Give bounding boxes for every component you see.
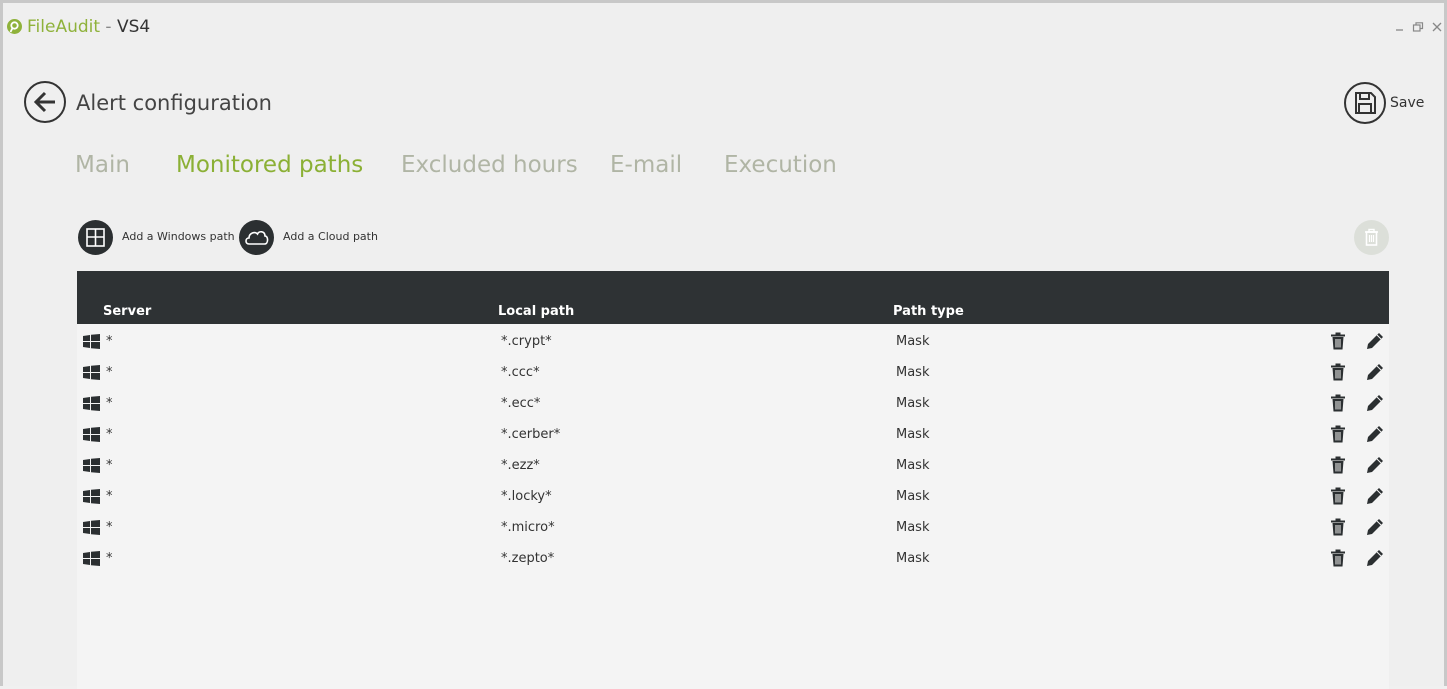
back-button[interactable]	[24, 81, 66, 123]
trash-icon[interactable]	[1330, 549, 1346, 567]
add-windows-path-label[interactable]: Add a Windows path	[122, 230, 235, 243]
tab-execution[interactable]: Execution	[724, 152, 837, 178]
page-title: Alert configuration	[76, 91, 272, 115]
add-windows-path-button[interactable]	[78, 220, 113, 255]
title-separator: -	[100, 17, 117, 37]
windows-logo-icon	[83, 520, 100, 535]
table-row[interactable]: * *.ecc* Mask	[77, 388, 1389, 419]
cell-local-path: *.crypt*	[501, 334, 552, 349]
pencil-icon[interactable]	[1366, 394, 1384, 412]
table-row[interactable]: * *.ccc* Mask	[77, 357, 1389, 388]
cell-server: *	[106, 520, 113, 535]
trash-icon[interactable]	[1330, 487, 1346, 505]
table-row[interactable]: * *.crypt* Mask	[77, 326, 1389, 357]
cell-path-type: Mask	[896, 396, 930, 411]
cell-server: *	[106, 551, 113, 566]
cell-server: *	[106, 489, 113, 504]
cell-local-path: *.micro*	[501, 520, 555, 535]
pencil-icon[interactable]	[1366, 487, 1384, 505]
trash-icon	[1365, 228, 1378, 246]
delete-selected-button[interactable]	[1354, 220, 1389, 255]
monitored-paths-table: Server Local path Path type * *.crypt* Mas…	[77, 271, 1389, 689]
column-header-server[interactable]: Server	[103, 304, 151, 319]
cell-path-type: Mask	[896, 427, 930, 442]
host-name: VS4	[116, 17, 151, 37]
cell-path-type: Mask	[896, 551, 930, 566]
cell-path-type: Mask	[896, 520, 930, 535]
windows-logo-icon	[83, 551, 100, 566]
pencil-icon[interactable]	[1366, 363, 1384, 381]
pencil-icon[interactable]	[1366, 425, 1384, 443]
cell-server: *	[106, 334, 113, 349]
minimize-icon[interactable]	[1394, 21, 1406, 33]
tab-monitored-paths[interactable]: Monitored paths	[176, 152, 363, 178]
save-label[interactable]: Save	[1390, 95, 1424, 111]
window-title: FileAudit - VS4	[27, 17, 150, 37]
cell-local-path: *.zepto*	[501, 551, 555, 566]
arrow-left-icon	[33, 91, 55, 113]
windows-logo-icon	[83, 489, 100, 504]
cloud-icon	[245, 230, 269, 245]
table-row[interactable]: * *.zepto* Mask	[77, 543, 1389, 574]
fileaudit-logo-icon	[7, 19, 22, 34]
trash-icon[interactable]	[1330, 394, 1346, 412]
pencil-icon[interactable]	[1366, 456, 1384, 474]
tab-email[interactable]: E-mail	[610, 152, 682, 178]
trash-icon[interactable]	[1330, 363, 1346, 381]
cell-local-path: *.cerber*	[501, 427, 561, 442]
trash-icon[interactable]	[1330, 425, 1346, 443]
cell-local-path: *.ecc*	[501, 396, 541, 411]
tab-excluded-hours[interactable]: Excluded hours	[401, 152, 578, 178]
add-cloud-path-button[interactable]	[239, 220, 274, 255]
windows-logo-icon	[83, 365, 100, 380]
app-name: FileAudit	[27, 17, 101, 37]
save-button[interactable]	[1344, 82, 1386, 124]
trash-icon[interactable]	[1330, 332, 1346, 350]
app-window: FileAudit - VS4 Alert configuration Save…	[0, 0, 1447, 689]
add-cloud-path-label[interactable]: Add a Cloud path	[283, 230, 378, 243]
cell-path-type: Mask	[896, 365, 930, 380]
table-row[interactable]: * *.locky* Mask	[77, 481, 1389, 512]
close-icon[interactable]	[1431, 21, 1443, 33]
table-row[interactable]: * *.micro* Mask	[77, 512, 1389, 543]
cell-local-path: *.ezz*	[501, 458, 540, 473]
cell-server: *	[106, 396, 113, 411]
pencil-icon[interactable]	[1366, 332, 1384, 350]
column-header-path-type[interactable]: Path type	[893, 304, 964, 319]
windows-logo-icon	[83, 334, 100, 349]
windows-logo-icon	[83, 396, 100, 411]
windows-icon	[86, 228, 105, 247]
tab-main[interactable]: Main	[75, 152, 130, 178]
cell-path-type: Mask	[896, 334, 930, 349]
cell-local-path: *.locky*	[501, 489, 552, 504]
windows-logo-icon	[83, 458, 100, 473]
pencil-icon[interactable]	[1366, 518, 1384, 536]
trash-icon[interactable]	[1330, 456, 1346, 474]
floppy-disk-icon	[1355, 92, 1376, 114]
table-row[interactable]: * *.ezz* Mask	[77, 450, 1389, 481]
trash-icon[interactable]	[1330, 518, 1346, 536]
cell-server: *	[106, 458, 113, 473]
title-bar: FileAudit - VS4	[3, 3, 1444, 51]
cell-server: *	[106, 365, 113, 380]
windows-logo-icon	[83, 427, 100, 442]
cell-local-path: *.ccc*	[501, 365, 540, 380]
table-header: Server Local path Path type	[77, 271, 1389, 324]
cell-server: *	[106, 427, 113, 442]
cell-path-type: Mask	[896, 458, 930, 473]
column-header-local-path[interactable]: Local path	[498, 304, 574, 319]
restore-icon[interactable]	[1412, 21, 1424, 33]
pencil-icon[interactable]	[1366, 549, 1384, 567]
table-row[interactable]: * *.cerber* Mask	[77, 419, 1389, 450]
cell-path-type: Mask	[896, 489, 930, 504]
